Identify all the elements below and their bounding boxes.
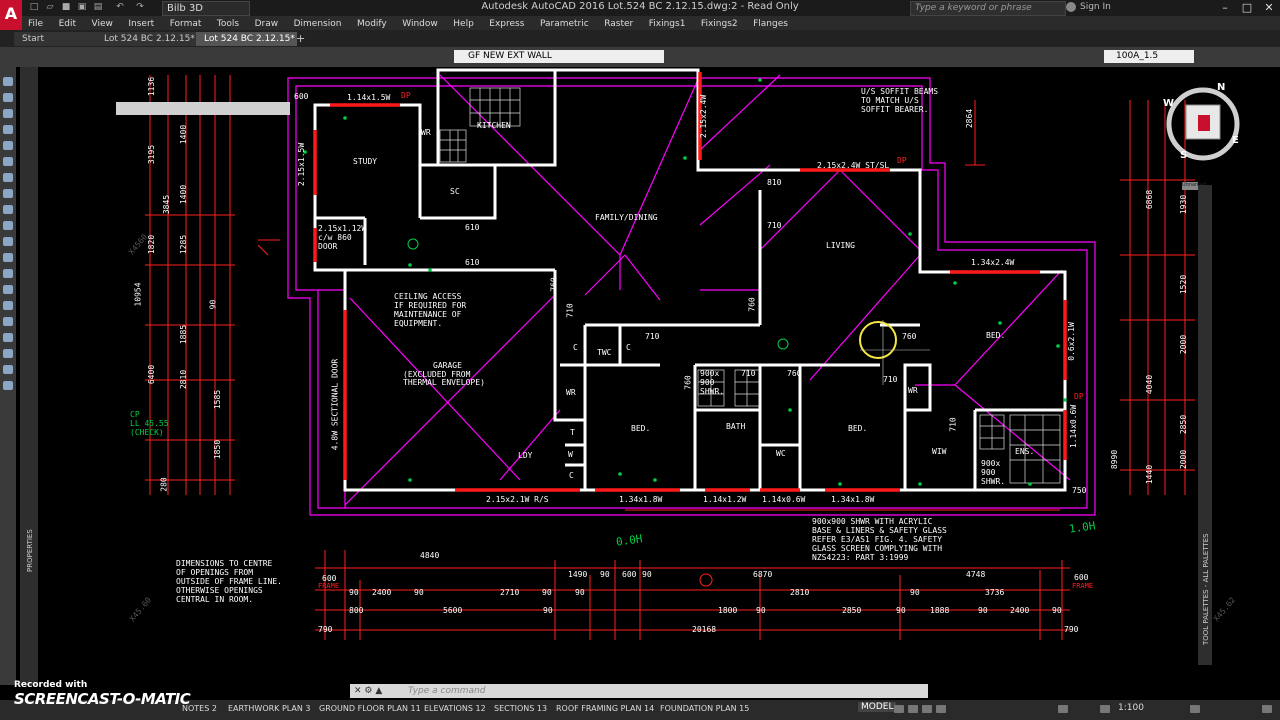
tool-icon[interactable] bbox=[3, 125, 13, 134]
menu-modify[interactable]: Modify bbox=[351, 17, 393, 31]
sign-in-link[interactable]: Sign In bbox=[1080, 2, 1111, 12]
ucs-unnamed-label[interactable]: Unnamed bbox=[1182, 182, 1206, 190]
new-tab-icon[interactable]: + bbox=[296, 32, 305, 45]
layout-tab-roof-framing[interactable]: ROOF FRAMING PLAN 14 bbox=[556, 702, 654, 715]
layout-tab-earthwork[interactable]: EARTHWORK PLAN 3 bbox=[228, 702, 311, 715]
document-tab-bar: Start Lot 524 BC 2.12.15* Lot 524 BC 2.1… bbox=[0, 30, 1280, 47]
outlet-markers bbox=[303, 78, 1067, 486]
bottom-dimension-lines bbox=[315, 509, 1070, 640]
annotation-icon[interactable] bbox=[1100, 705, 1110, 713]
right-dimension-lines bbox=[965, 100, 1195, 495]
menu-dimension[interactable]: Dimension bbox=[288, 17, 348, 31]
menu-window[interactable]: Window bbox=[396, 17, 444, 31]
menu-raster[interactable]: Raster bbox=[598, 17, 639, 31]
menu-flanges[interactable]: Flanges bbox=[747, 17, 794, 31]
tool-icon[interactable] bbox=[3, 157, 13, 166]
tool-icon[interactable] bbox=[3, 349, 13, 358]
workspace-switch-icon[interactable] bbox=[1190, 705, 1200, 713]
command-close-icon[interactable]: ✕ ⚙ ▲ bbox=[354, 684, 382, 698]
tool-icon[interactable] bbox=[3, 205, 13, 214]
ortho-toggle-icon[interactable] bbox=[922, 705, 932, 713]
command-line[interactable]: ✕ ⚙ ▲ Type a command bbox=[350, 684, 928, 698]
tool-icon[interactable] bbox=[3, 141, 13, 150]
viewcube-east: E bbox=[1232, 135, 1239, 146]
tool-palettes[interactable]: TOOL PALETTES - ALL PALETTES bbox=[1198, 185, 1212, 665]
menu-format[interactable]: Format bbox=[164, 17, 208, 31]
lineweight-dropdown[interactable]: 100A_1.5 bbox=[1104, 50, 1194, 63]
command-input[interactable]: Type a command bbox=[408, 684, 485, 698]
menu-view[interactable]: View bbox=[86, 17, 119, 31]
properties-palette[interactable] bbox=[20, 67, 38, 685]
layer-dropdown[interactable]: GF NEW EXT WALL bbox=[454, 50, 664, 63]
tool-icon[interactable] bbox=[3, 237, 13, 246]
menu-fixings2[interactable]: Fixings2 bbox=[695, 17, 744, 31]
menu-fixings1[interactable]: Fixings1 bbox=[643, 17, 692, 31]
left-dimension-lines bbox=[145, 75, 280, 495]
viewcube-south: S bbox=[1180, 150, 1188, 161]
title-bar: A □ ▱ ■ ▣ ▤ ↶ ↷ Bilb 3D Autodesk AutoCAD… bbox=[0, 0, 1280, 32]
tool-icon[interactable] bbox=[3, 173, 13, 182]
layout-tab-ground-floor[interactable]: GROUND FLOOR PLAN 11 bbox=[319, 702, 421, 715]
layout-tab-bar: NOTES 2 EARTHWORK PLAN 3 GROUND FLOOR PL… bbox=[0, 700, 1280, 720]
menu-express[interactable]: Express bbox=[483, 17, 530, 31]
cursor-crosshair bbox=[859, 320, 930, 385]
maximize-icon[interactable]: □ bbox=[1236, 0, 1258, 15]
layout-tab-elevations[interactable]: ELEVATIONS 12 bbox=[424, 702, 486, 715]
menu-bar: File Edit View Insert Format Tools Draw … bbox=[22, 16, 1280, 30]
tab-drawing-1[interactable]: Lot 524 BC 2.12.15* bbox=[96, 32, 197, 46]
menu-draw[interactable]: Draw bbox=[249, 17, 285, 31]
properties-palette-label: PROPERTIES bbox=[26, 529, 34, 572]
layout-tab-foundation[interactable]: FOUNDATION PLAN 15 bbox=[660, 702, 749, 715]
minimize-icon[interactable]: – bbox=[1214, 0, 1236, 15]
user-icon[interactable] bbox=[1066, 2, 1076, 12]
tool-icon[interactable] bbox=[3, 109, 13, 118]
annotation-scale[interactable]: 1:100 bbox=[1118, 703, 1144, 713]
tool-icon[interactable] bbox=[3, 221, 13, 230]
menu-tools[interactable]: Tools bbox=[211, 17, 245, 31]
model-space-toggle[interactable]: MODEL bbox=[858, 702, 897, 712]
tool-icon[interactable] bbox=[3, 301, 13, 310]
tool-icon[interactable] bbox=[3, 333, 13, 342]
tool-icon[interactable] bbox=[3, 189, 13, 198]
tool-icon[interactable] bbox=[3, 253, 13, 262]
tool-icon[interactable] bbox=[3, 93, 13, 102]
menu-help[interactable]: Help bbox=[447, 17, 480, 31]
tool-icon[interactable] bbox=[3, 365, 13, 374]
tool-palettes-label: TOOL PALETTES - ALL PALETTES bbox=[1202, 533, 1210, 645]
menu-file[interactable]: File bbox=[22, 17, 49, 31]
grid-toggle-icon[interactable] bbox=[894, 705, 904, 713]
polar-toggle-icon[interactable] bbox=[936, 705, 946, 713]
viewcube[interactable] bbox=[1166, 87, 1240, 161]
tool-icon[interactable] bbox=[3, 317, 13, 326]
windows bbox=[313, 72, 1067, 492]
floating-toolbar[interactable] bbox=[116, 102, 290, 115]
tool-icon[interactable] bbox=[3, 285, 13, 294]
viewcube-north: N bbox=[1217, 82, 1226, 93]
snap-toggle-icon[interactable] bbox=[908, 705, 918, 713]
viewcube-west: W bbox=[1163, 98, 1175, 109]
tool-icon[interactable] bbox=[3, 77, 13, 86]
close-icon[interactable]: ✕ bbox=[1258, 0, 1280, 15]
tab-start[interactable]: Start bbox=[14, 32, 103, 46]
menu-parametric[interactable]: Parametric bbox=[534, 17, 595, 31]
tile-patterns bbox=[439, 87, 1061, 484]
help-search-input[interactable]: Type a keyword or phrase bbox=[910, 1, 1066, 16]
customize-icon[interactable] bbox=[1262, 705, 1272, 713]
screencast-watermark: Recorded with SCREENCAST-O-MATIC bbox=[14, 680, 191, 708]
menu-insert[interactable]: Insert bbox=[122, 17, 160, 31]
left-tool-strip bbox=[0, 67, 16, 685]
layout-tab-sections[interactable]: SECTIONS 13 bbox=[494, 702, 547, 715]
tab-drawing-2[interactable]: Lot 524 BC 2.12.15* bbox=[196, 32, 297, 46]
walls bbox=[313, 68, 1067, 492]
tool-icon[interactable] bbox=[3, 381, 13, 390]
menu-edit[interactable]: Edit bbox=[53, 17, 82, 31]
tool-icon[interactable] bbox=[3, 269, 13, 278]
osnap-toggle-icon[interactable] bbox=[1058, 705, 1068, 713]
